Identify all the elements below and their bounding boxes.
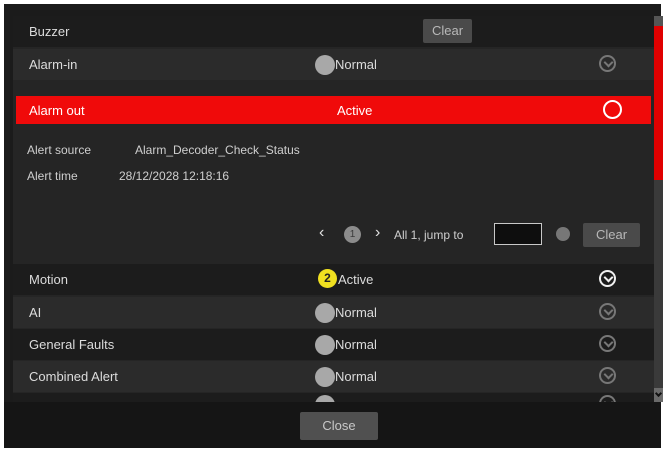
alert-time-value: 28/12/2028 12:18:16 bbox=[119, 169, 230, 183]
combined-alert-label: Combined Alert bbox=[29, 369, 118, 384]
jump-to-page-input[interactable] bbox=[494, 223, 542, 245]
expand-icon[interactable] bbox=[599, 55, 616, 72]
partial-row bbox=[13, 393, 654, 402]
alarm-in-label: Alarm-in bbox=[29, 57, 78, 72]
alarm-in-row[interactable]: Alarm-in Normal bbox=[13, 49, 654, 80]
ai-row[interactable]: AI Normal bbox=[13, 297, 654, 328]
normal-status-icon bbox=[315, 367, 335, 387]
alert-source-label: Alert source bbox=[27, 143, 92, 157]
pager-summary: All 1, jump to bbox=[394, 228, 464, 242]
scroll-down-icon[interactable] bbox=[654, 388, 663, 402]
alarm-status-dialog: Buzzer Clear Alarm-in Normal Alarm out A… bbox=[4, 4, 663, 448]
alarm-out-row[interactable]: Alarm out Active bbox=[16, 96, 651, 124]
chevron-right-icon[interactable]: › bbox=[375, 224, 380, 242]
alert-time-label: Alert time bbox=[27, 169, 78, 183]
scrollbar[interactable] bbox=[654, 16, 663, 402]
collapse-icon[interactable] bbox=[603, 100, 622, 119]
expand-icon[interactable] bbox=[599, 367, 616, 384]
alert-source-value: Alarm_Decoder_Check_Status bbox=[135, 143, 300, 157]
page-number[interactable]: 1 bbox=[344, 226, 361, 243]
active-count-badge: 2 bbox=[318, 269, 337, 288]
general-faults-status: Normal bbox=[335, 337, 377, 352]
scrollbar-thumb[interactable] bbox=[654, 26, 663, 180]
normal-status-icon bbox=[315, 335, 335, 355]
go-icon[interactable] bbox=[556, 227, 570, 241]
general-faults-label: General Faults bbox=[29, 337, 115, 352]
motion-row[interactable]: Motion 2 Active bbox=[13, 264, 654, 295]
buzzer-row: Buzzer Clear bbox=[13, 16, 654, 47]
expand-icon[interactable] bbox=[599, 303, 616, 320]
scroll-up-icon[interactable] bbox=[654, 16, 663, 26]
normal-status-icon bbox=[315, 395, 335, 402]
alarm-list: Buzzer Clear Alarm-in Normal Alarm out A… bbox=[13, 16, 654, 402]
pager-clear-button[interactable]: Clear bbox=[583, 223, 640, 247]
combined-alert-status: Normal bbox=[335, 369, 377, 384]
combined-alert-row[interactable]: Combined Alert Normal bbox=[13, 361, 654, 392]
expand-icon[interactable] bbox=[599, 395, 616, 402]
motion-label: Motion bbox=[29, 272, 69, 287]
chevron-left-icon[interactable]: ‹ bbox=[319, 224, 324, 242]
general-faults-row[interactable]: General Faults Normal bbox=[13, 329, 654, 360]
expand-icon[interactable] bbox=[599, 335, 616, 352]
expand-icon[interactable] bbox=[599, 270, 616, 287]
close-button[interactable]: Close bbox=[300, 412, 378, 440]
buzzer-clear-button[interactable]: Clear bbox=[423, 19, 472, 43]
alarm-in-status: Normal bbox=[335, 57, 377, 72]
motion-status: Active bbox=[338, 272, 374, 287]
alarm-out-status: Active bbox=[337, 103, 373, 118]
dialog-footer: Close bbox=[4, 402, 661, 448]
alarm-out-label: Alarm out bbox=[29, 103, 85, 118]
ai-label: AI bbox=[29, 305, 42, 320]
ai-status: Normal bbox=[335, 305, 377, 320]
normal-status-icon bbox=[315, 55, 335, 75]
buzzer-label: Buzzer bbox=[29, 24, 70, 39]
normal-status-icon bbox=[315, 303, 335, 323]
